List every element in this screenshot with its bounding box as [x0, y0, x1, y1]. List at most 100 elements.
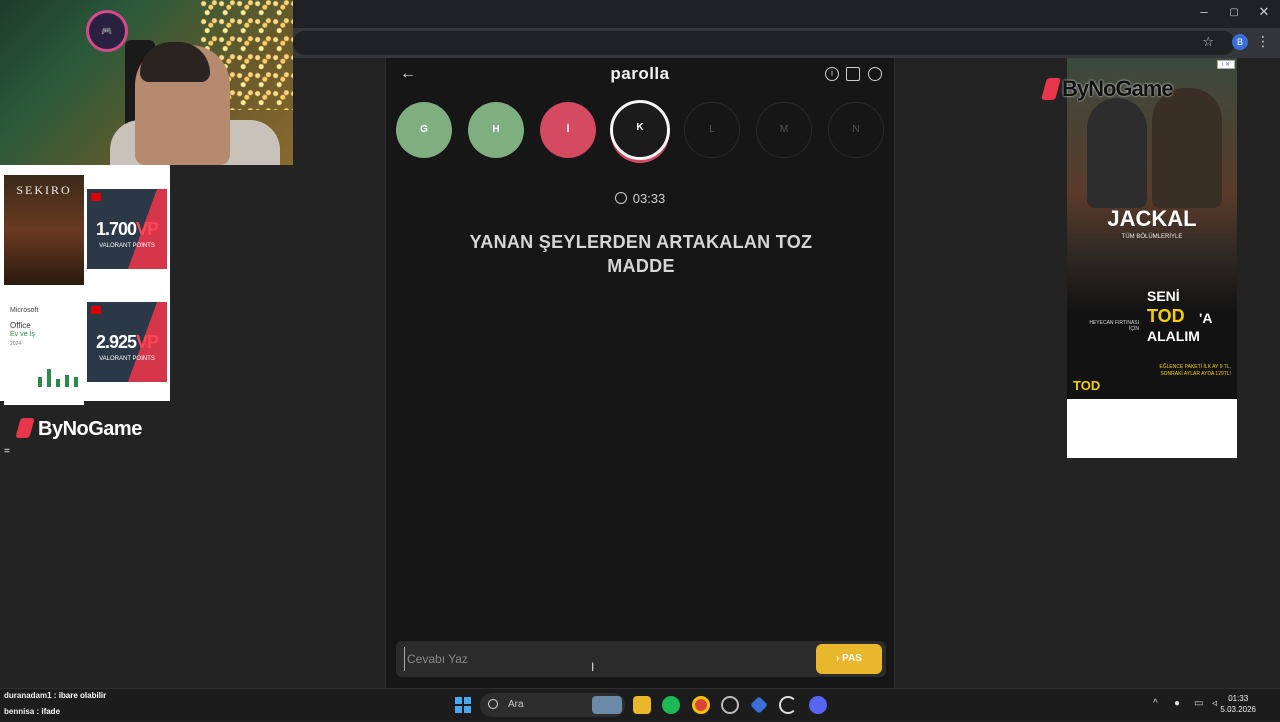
- letter-circle-g: G: [396, 102, 452, 158]
- file-explorer-icon[interactable]: [633, 696, 651, 714]
- volume-icon[interactable]: ◃: [1212, 698, 1217, 709]
- chat-text: ifade: [41, 707, 61, 716]
- app-icon[interactable]: [750, 696, 768, 714]
- product-office: Microsoft Office Ev ve İş 2024: [4, 295, 84, 405]
- office-brand: Microsoft: [10, 307, 39, 314]
- windows-start-icon[interactable]: [455, 697, 471, 713]
- stream-chat: duranadam1 : ibare olabilir bennisa : if…: [4, 690, 106, 722]
- game-logo: parolla: [610, 64, 670, 83]
- app-icon[interactable]: [779, 696, 797, 714]
- chrome-icon[interactable]: [692, 696, 710, 714]
- tray-chevron-icon[interactable]: ^: [1153, 698, 1158, 709]
- office-year: 2024: [10, 341, 22, 347]
- address-bar[interactable]: [293, 31, 1235, 55]
- sponsor-name: ByNoGame: [38, 418, 142, 440]
- turkey-flag-icon: [91, 306, 101, 314]
- sponsor-products: SEKIRO 1.700VP VALORANT POINTS Microsoft…: [0, 165, 170, 405]
- letter-wheel: G H İ K L M N: [396, 100, 886, 162]
- pass-button[interactable]: › PAS: [816, 644, 882, 674]
- question-text: YANAN ŞEYLERDEN ARTAKALAN TOZ MADDE: [469, 232, 813, 276]
- ad-figure: [1152, 88, 1222, 208]
- profile-avatar[interactable]: B: [1232, 34, 1248, 50]
- sponsor-logo-top: ByNoGame: [1041, 76, 1174, 102]
- channel-badge-icon: 🎮: [86, 10, 128, 52]
- office-bars-icon: [38, 365, 78, 387]
- game-header: ← parolla i: [386, 58, 894, 92]
- clock-date: 5.03.2026: [1220, 705, 1256, 714]
- product-vp-2925: 2.925VP VALORANT POINTS: [87, 302, 167, 382]
- stats-icon[interactable]: [846, 67, 860, 81]
- advertisement[interactable]: JACKAL TÜM BÖLÜMLERİYLE SENİ TOD 'A ALAL…: [1067, 58, 1237, 458]
- office-sub: Ev ve İş: [10, 331, 35, 338]
- close-button[interactable]: ✕: [1249, 4, 1279, 20]
- ad-heyecan: HEYECAN FIRTINASI İÇİN: [1089, 320, 1139, 332]
- webcam-overlay: 🎮: [0, 0, 293, 165]
- product-vp-1700: 1.700VP VALORANT POINTS: [87, 189, 167, 269]
- vp-amount-value: 1.700: [95, 219, 137, 239]
- letter-circle-l: L: [684, 102, 740, 158]
- chat-message: duranadam1 : ibare olabilir: [4, 691, 107, 700]
- letter-circle-n: N: [828, 102, 884, 158]
- product-sekiro: SEKIRO: [4, 175, 84, 285]
- search-highlight-icon[interactable]: [592, 696, 622, 714]
- letter-circle-h: H: [468, 102, 524, 158]
- spotify-icon[interactable]: [662, 696, 680, 714]
- clock-icon: [614, 192, 627, 204]
- minimize-button[interactable]: –: [1189, 4, 1219, 19]
- user-icon[interactable]: [868, 67, 882, 81]
- pass-label: PAS: [842, 653, 862, 664]
- ad-subtitle: TÜM BÖLÜMLERİYLE: [1121, 234, 1183, 240]
- ad-choices-icon[interactable]: i ✕: [1217, 60, 1235, 69]
- office-title: Office: [10, 321, 31, 330]
- sponsor-logo: ByNoGame: [15, 418, 142, 441]
- text-cursor-icon: I: [591, 660, 595, 674]
- vp-amount: 2.925VP: [87, 332, 167, 353]
- letter-circle-m: M: [756, 102, 812, 158]
- taskbar-clock[interactable]: 01:33 5.03.2026: [1220, 693, 1256, 715]
- info-icon[interactable]: i: [825, 67, 839, 81]
- sponsor-name: ByNoGame: [1062, 76, 1174, 101]
- timer-value: 03:33: [632, 191, 666, 206]
- chevron-right-icon: ›: [836, 653, 840, 664]
- browser-menu-icon[interactable]: ⋮: [1256, 33, 1270, 50]
- microphone-icon[interactable]: ●: [1174, 698, 1180, 709]
- vp-amount-value: 2.925: [95, 332, 137, 352]
- letter-circle-i: İ: [540, 102, 596, 158]
- vp-suffix: VP: [136, 219, 159, 239]
- taskbar: Ara ^ ● ▭ ◃ 01:33 5.03.2026: [0, 688, 1280, 720]
- discord-icon[interactable]: [809, 696, 827, 714]
- ad-alalim: ALALIM: [1147, 328, 1200, 344]
- chat-username: bennisa: [4, 707, 35, 716]
- app-icon[interactable]: [721, 696, 739, 714]
- bookmark-star-icon[interactable]: ☆: [1202, 34, 1214, 50]
- vp-sub: VALORANT POINTS: [99, 356, 155, 362]
- search-icon: [488, 699, 498, 709]
- answer-input[interactable]: [404, 647, 804, 671]
- bynogame-mark-icon: [1041, 78, 1061, 100]
- tod-logo: TOD: [1073, 378, 1101, 393]
- letter-circle-k-current: K: [610, 100, 670, 160]
- ad-seni: SENİ: [1147, 288, 1180, 304]
- search-label: Ara: [508, 699, 524, 710]
- display-icon[interactable]: ▭: [1194, 698, 1203, 709]
- ad-blank-area: [1067, 399, 1237, 458]
- ad-image: JACKAL TÜM BÖLÜMLERİYLE SENİ TOD 'A ALAL…: [1067, 58, 1237, 398]
- sekiro-title: SEKIRO: [16, 183, 72, 197]
- ad-a: 'A: [1199, 310, 1213, 326]
- ad-figure: [1087, 98, 1147, 208]
- answer-bar: › PAS: [396, 641, 886, 677]
- chat-username: duranadam1: [4, 691, 52, 700]
- turkey-flag-icon: [91, 193, 101, 201]
- ad-title: JACKAL: [1107, 206, 1197, 231]
- bynogame-mark-icon: [15, 418, 35, 438]
- restore-button[interactable]: ▢: [1219, 7, 1249, 18]
- chat-text: ibare olabilir: [58, 691, 107, 700]
- vp-amount: 1.700VP: [87, 219, 167, 240]
- clock-time: 01:33: [1228, 694, 1249, 703]
- ad-tod: TOD: [1147, 306, 1185, 326]
- vp-suffix: VP: [136, 332, 159, 352]
- parolla-game: ← parolla i G H İ K L M N 03:33 YANAN ŞE…: [385, 58, 895, 688]
- timer: 03:33: [386, 191, 894, 206]
- ad-paket: EĞLENCE PAKETİ İLK AY 9 TL, SONRAKİ AYLA…: [1159, 364, 1231, 377]
- equals-mark: =: [4, 446, 10, 457]
